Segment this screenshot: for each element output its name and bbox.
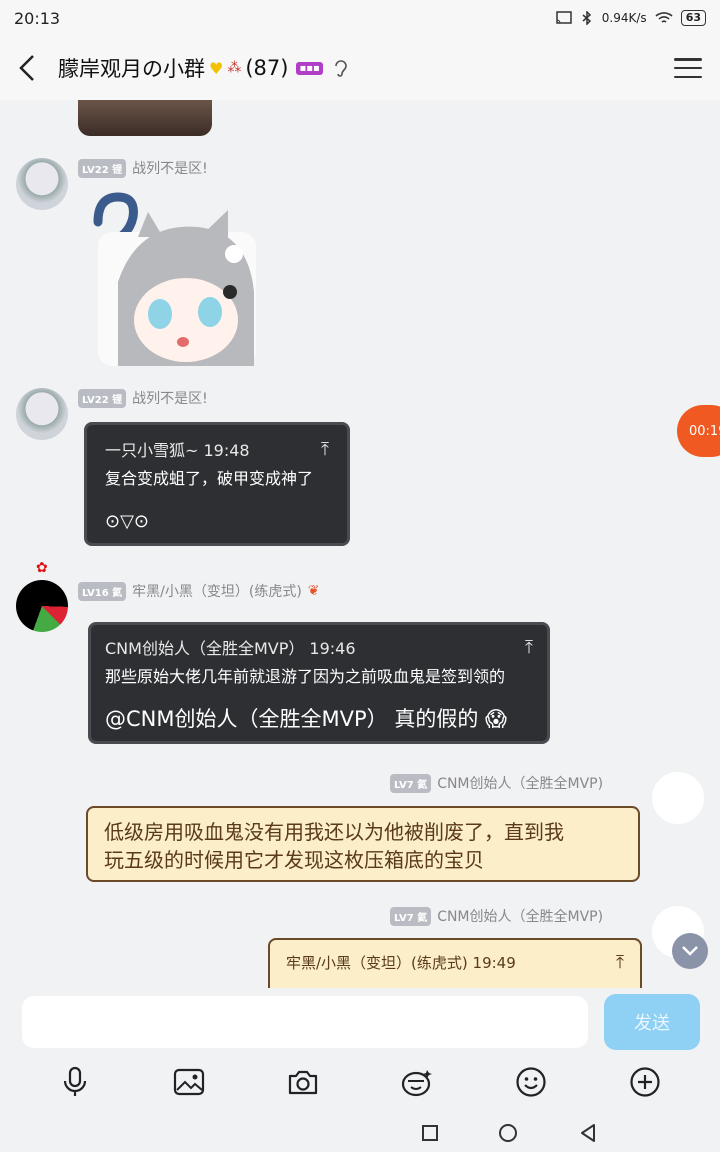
recents-button[interactable] bbox=[419, 1122, 441, 1144]
wifi-icon bbox=[655, 12, 673, 23]
message-text: @CNM创始人（全胜全MVP） 真的假的 😱 bbox=[105, 707, 507, 731]
menu-line bbox=[674, 58, 702, 61]
group-name: 朦岸观月の小群 bbox=[58, 57, 205, 81]
level-badge: LV7 氦 bbox=[390, 906, 432, 926]
plus-circle-icon bbox=[630, 1067, 660, 1097]
smiley-icon bbox=[516, 1067, 546, 1097]
anime-sticker-icon bbox=[93, 192, 256, 366]
sender-name: CNM创始人（全胜全MVP) bbox=[437, 776, 604, 792]
quote-header[interactable]: CNM创始人（全胜全MVP） 19:46 ⤒ bbox=[105, 635, 533, 659]
message-bubble[interactable]: CNM创始人（全胜全MVP） 19:46 ⤒ 那些原始大佬几年前就退游了因为之前… bbox=[88, 622, 550, 744]
back-button[interactable] bbox=[18, 48, 46, 88]
avatar[interactable] bbox=[652, 772, 704, 824]
menu-line bbox=[674, 75, 702, 78]
jump-to-quote-icon[interactable]: ⤒ bbox=[321, 439, 329, 460]
message-bubble[interactable]: 一只小雪狐~ 19:48 ⤒ 复合变成蛆了，破甲变成神了 ⊙▽⊙ bbox=[84, 422, 350, 546]
scroll-to-bottom-button[interactable] bbox=[672, 933, 708, 969]
microphone-icon bbox=[63, 1066, 87, 1096]
emoji-button[interactable] bbox=[511, 1062, 551, 1102]
image-icon bbox=[173, 1068, 205, 1096]
square-icon bbox=[422, 1125, 438, 1141]
menu-button[interactable] bbox=[674, 54, 702, 82]
message-input[interactable] bbox=[22, 996, 588, 1048]
status-bar: 20:13 0.94K/s 63 bbox=[0, 0, 720, 36]
home-button[interactable] bbox=[497, 1122, 519, 1144]
sender-name: 战列不是区! bbox=[132, 161, 208, 177]
leaf-icon: ❦ bbox=[307, 583, 320, 599]
network-speed: 0.94K/s bbox=[601, 11, 647, 25]
circle-icon bbox=[499, 1124, 517, 1142]
sender-name: CNM创始人（全胜全MVP) bbox=[437, 909, 604, 925]
sticker-button[interactable] bbox=[397, 1062, 437, 1102]
level-badge: LV22 锂 bbox=[78, 388, 127, 408]
voice-button[interactable] bbox=[55, 1062, 95, 1102]
camera-icon bbox=[288, 1070, 318, 1095]
quote-header[interactable]: 一只小雪狐~ 19:48 ⤒ bbox=[105, 437, 329, 461]
heart-icon: ♥ bbox=[209, 58, 224, 78]
message-meta: LV7 氦 CNM创始人（全胜全MVP) bbox=[390, 773, 603, 793]
message-meta: LV16 氦 牢黑/小黑（变坦）(练虎式) ❦ bbox=[78, 581, 320, 601]
ear-icon[interactable] bbox=[333, 58, 349, 78]
composer: 发送 bbox=[0, 988, 720, 1152]
more-button[interactable] bbox=[625, 1062, 665, 1102]
quote-author: 牢黑/小黑（变坦）(练虎式) 19:49 bbox=[286, 954, 516, 972]
message-meta: LV22 锂 战列不是区! bbox=[78, 388, 208, 408]
unread-timer-pill[interactable]: 00:19 bbox=[677, 405, 720, 457]
composer-toolbar bbox=[0, 1062, 720, 1102]
jump-to-quote-icon[interactable]: ⤒ bbox=[616, 952, 624, 973]
quote-author: 一只小雪狐~ 19:48 bbox=[105, 441, 250, 460]
quote-text: 复合变成蛆了，破甲变成神了 bbox=[105, 469, 314, 488]
camera-button[interactable] bbox=[283, 1062, 323, 1102]
message-text: 玩五级的时候用它才发现这枚压箱底的宝贝 bbox=[104, 848, 484, 872]
avatar[interactable] bbox=[16, 388, 68, 440]
quote-text: 那些原始大佬几年前就退游了因为之前吸血鬼是签到领的 bbox=[105, 667, 506, 686]
chat-area[interactable]: LV22 锂 战列不是区! LV22 锂 战列不是区! 一只小雪狐~ 19:48… bbox=[0, 100, 720, 988]
battery-indicator: 63 bbox=[680, 10, 706, 26]
image-message[interactable] bbox=[78, 100, 212, 136]
avatar[interactable] bbox=[16, 158, 68, 210]
sender-name: 牢黑/小黑（变坦）(练虎式) bbox=[132, 584, 302, 600]
level-badge: LV16 氦 bbox=[78, 581, 127, 601]
status-icons: 0.94K/s 63 bbox=[556, 10, 706, 26]
message-bubble[interactable]: 低级房用吸血鬼没有用我还以为他被削废了，直到我 玩五级的时候用它才发现这枚压箱底… bbox=[86, 806, 640, 882]
chat-header: 朦岸观月の小群 ♥ ⁂ (87) ▪▪▪ bbox=[0, 36, 720, 100]
sparkle-icon: ⁂ bbox=[227, 60, 242, 76]
group-title[interactable]: 朦岸观月の小群 ♥ ⁂ (87) ▪▪▪ bbox=[58, 53, 349, 83]
message-text: 低级房用吸血鬼没有用我还以为他被削废了，直到我 bbox=[104, 820, 564, 844]
sticker-image[interactable] bbox=[78, 192, 256, 366]
cast-icon bbox=[556, 11, 572, 24]
sender-name: 战列不是区! bbox=[132, 391, 208, 407]
chevron-left-icon bbox=[19, 55, 34, 81]
back-nav-button[interactable] bbox=[577, 1122, 599, 1144]
member-count: (87) bbox=[245, 56, 289, 80]
triangle-back-icon bbox=[581, 1124, 595, 1142]
flower-icon: ✿ bbox=[36, 560, 48, 576]
image-button[interactable] bbox=[169, 1062, 209, 1102]
quote-header[interactable]: 牢黑/小黑（变坦）(练虎式) 19:49 ⤒ bbox=[286, 952, 624, 973]
level-badge: LV22 锂 bbox=[78, 158, 127, 178]
status-time: 20:13 bbox=[14, 8, 61, 28]
sticker-icon bbox=[401, 1070, 432, 1097]
message-meta: LV7 氦 CNM创始人（全胜全MVP) bbox=[390, 906, 603, 926]
message-bubble[interactable]: 牢黑/小黑（变坦）(练虎式) 19:49 ⤒ bbox=[268, 938, 642, 988]
system-nav-bar bbox=[0, 1118, 720, 1148]
level-badge: LV7 氦 bbox=[390, 773, 432, 793]
bluetooth-icon bbox=[582, 11, 591, 25]
chevron-down-icon bbox=[682, 946, 698, 956]
send-button[interactable]: 发送 bbox=[604, 994, 700, 1050]
avatar[interactable] bbox=[16, 580, 68, 632]
message-text: ⊙▽⊙ bbox=[105, 511, 150, 532]
menu-line bbox=[674, 66, 702, 70]
jump-to-quote-icon[interactable]: ⤒ bbox=[525, 637, 533, 658]
message-meta: LV22 锂 战列不是区! bbox=[78, 158, 208, 178]
quote-author: CNM创始人（全胜全MVP） 19:46 bbox=[105, 639, 356, 658]
group-badge-icon: ▪▪▪ bbox=[296, 61, 323, 75]
